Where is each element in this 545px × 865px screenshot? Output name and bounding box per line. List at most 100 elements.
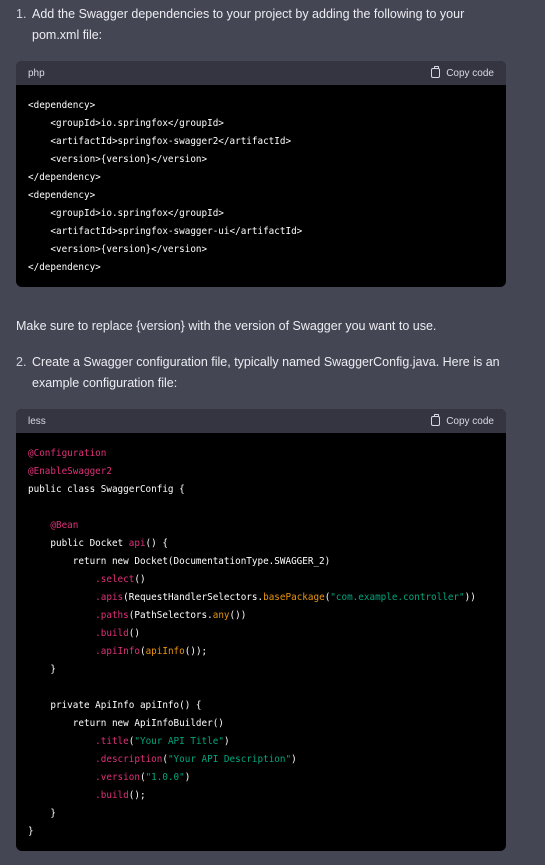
code-token: ()) [229, 610, 247, 621]
code-line: <artifactId>springfox-swagger2</artifact… [28, 136, 291, 147]
code-token: .description [95, 754, 163, 765]
code-token: apiInfo [145, 646, 185, 657]
code-token: return new ApiInfoBuilder() [28, 718, 224, 729]
copy-code-button[interactable]: Copy code [431, 66, 494, 79]
code-line: @Configuration [28, 448, 106, 459]
code-token: } [28, 664, 56, 675]
code-token: .title [95, 736, 129, 747]
code-token: () { [145, 538, 168, 549]
code-line: private ApiInfo apiInfo() { [28, 700, 202, 711]
code-language-label: php [28, 67, 45, 79]
code-token: (); [128, 790, 146, 801]
code-token: <groupId>io.springfox</groupId> [28, 208, 224, 219]
code-line: <artifactId>springfox-swagger-ui</artifa… [28, 226, 302, 237]
code-token: @EnableSwagger2 [28, 466, 112, 477]
code-line: .paths(PathSelectors.any()) [28, 610, 246, 621]
code-language-label: less [28, 415, 46, 427]
code-line: .select() [28, 574, 146, 585]
code-line: .description("Your API Description") [28, 754, 297, 765]
code-token: "com.example.controller" [330, 592, 465, 603]
code-token: </dependency> [28, 262, 101, 273]
code-line: <version>{version}</version> [28, 244, 207, 255]
step-text: Create a Swagger configuration file, typ… [32, 355, 500, 390]
code-token: () [128, 628, 140, 639]
code-token: ) [184, 772, 191, 783]
code-token: public Docket [28, 538, 129, 549]
code-line: @EnableSwagger2 [28, 466, 112, 477]
code-token: <groupId>io.springfox</groupId> [28, 118, 224, 129]
code-line: @Bean [28, 520, 78, 531]
code-block-swagger-config: less Copy code @Configuration @EnableSwa… [16, 409, 506, 851]
code-line: .title("Your API Title") [28, 736, 230, 747]
code-content: <dependency> <groupId>io.springfox</grou… [16, 85, 506, 287]
code-token: any [212, 610, 230, 621]
code-token: .build [95, 628, 129, 639]
code-line: } [28, 808, 56, 819]
code-token: .paths [95, 610, 129, 621]
code-line: .build() [28, 628, 140, 639]
code-token: <dependency> [28, 100, 96, 111]
code-token: return new Docket(DocumentationType.SWAG… [28, 556, 331, 567]
code-line: </dependency> [28, 262, 101, 273]
code-token: } [28, 826, 34, 837]
code-token: <version>{version}</version> [28, 244, 208, 255]
code-token: basePackage [263, 592, 325, 603]
code-token: private ApiInfo apiInfo() { [28, 700, 202, 711]
copy-code-label: Copy code [446, 415, 494, 427]
code-line: <version>{version}</version> [28, 154, 207, 165]
code-token: <artifactId>springfox-swagger-ui</artifa… [28, 226, 303, 237]
code-token: <artifactId>springfox-swagger2</artifact… [28, 136, 292, 147]
code-line: return new ApiInfoBuilder() [28, 718, 224, 729]
code-line: return new Docket(DocumentationType.SWAG… [28, 556, 330, 567]
code-token: ()); [184, 646, 208, 657]
code-line: .build(); [28, 790, 146, 801]
copy-code-label: Copy code [446, 67, 494, 79]
code-token: @Configuration [28, 448, 107, 459]
code-token: )) [464, 592, 476, 603]
code-token: .apis [95, 592, 124, 603]
code-line: <groupId>io.springfox</groupId> [28, 208, 224, 219]
list-item-step-1: 1. Add the Swagger dependencies to your … [16, 4, 506, 46]
code-token: public class SwaggerConfig { [28, 484, 185, 495]
code-token: api [128, 538, 146, 549]
code-token: .version [95, 772, 140, 783]
code-token: <version>{version}</version> [28, 154, 208, 165]
code-line: .apis(RequestHandlerSelectors.basePackag… [28, 592, 476, 603]
code-token: .select [95, 574, 135, 585]
code-token: "Your API Description" [167, 754, 292, 765]
code-token: () [134, 574, 146, 585]
code-line: } [28, 664, 56, 675]
code-line: <dependency> [28, 100, 95, 111]
clipboard-icon [431, 66, 441, 78]
code-line: <dependency> [28, 190, 95, 201]
code-token: "1.0.0" [145, 772, 185, 783]
code-token: <dependency> [28, 190, 96, 201]
list-item-step-2: 2. Create a Swagger configuration file, … [16, 352, 506, 394]
code-token: ) [223, 736, 230, 747]
note-paragraph: Make sure to replace {version} with the … [16, 319, 437, 333]
code-token: (PathSelectors. [128, 610, 213, 621]
code-block-pom: php Copy code <dependency> <groupId>io.s… [16, 61, 506, 287]
code-line: </dependency> [28, 172, 101, 183]
code-line: .version("1.0.0") [28, 772, 190, 783]
clipboard-icon [431, 414, 441, 426]
code-token: .apiInfo [95, 646, 140, 657]
code-token: ) [291, 754, 297, 765]
code-content: @Configuration @EnableSwagger2 public cl… [16, 433, 506, 851]
code-block-header: less Copy code [16, 409, 506, 433]
copy-code-button[interactable]: Copy code [431, 414, 494, 427]
step-number: 1. [16, 7, 27, 21]
code-line: .apiInfo(apiInfo()); [28, 646, 207, 657]
step-number: 2. [16, 355, 27, 369]
code-line: <groupId>io.springfox</groupId> [28, 118, 224, 129]
